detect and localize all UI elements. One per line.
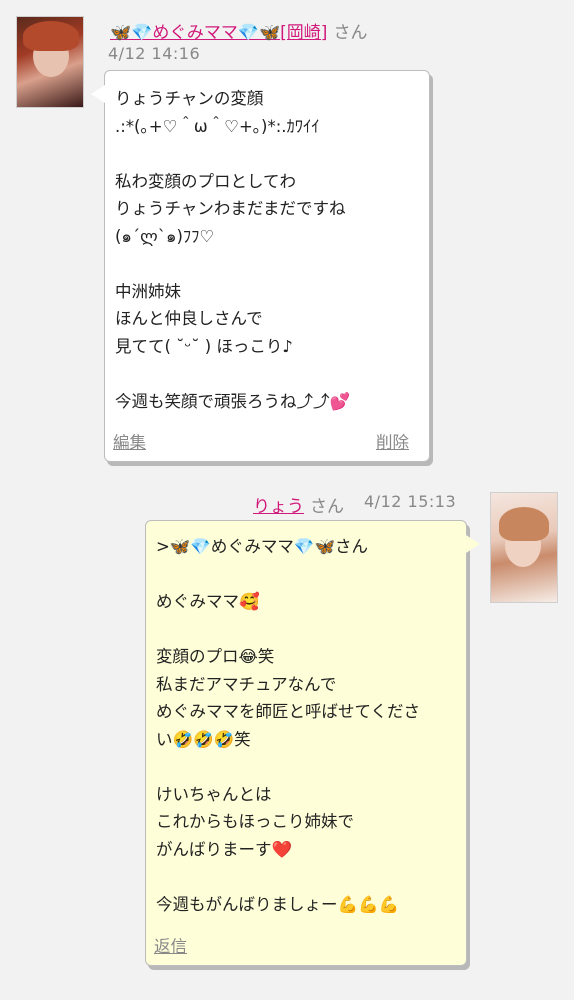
reply-link[interactable]: 返信: [154, 933, 187, 957]
post1-sender-link[interactable]: 🦋💎めぐみママ💎🦋[岡崎]: [110, 23, 327, 43]
post1-date: 4/12 14:16: [108, 44, 201, 63]
avatar-megumi[interactable]: [16, 16, 84, 108]
post2-message: >🦋💎めぐみママ💎🦋さん めぐみママ🥰 変顔のプロ😂笑 私まだアマチュアなんで …: [156, 537, 420, 914]
post2-suffix: さん: [310, 497, 344, 517]
post1-bubble: りょうチャンの変顔 .:*(｡+♡＾ω＾♡+｡)*:.ｶﾜｲｲ 私わ変顔のプロと…: [91, 70, 430, 462]
post1-message: りょうチャンの変顔 .:*(｡+♡＾ω＾♡+｡)*:.ｶﾜｲｲ 私わ変顔のプロと…: [115, 89, 351, 411]
post2-date: 4/12 15:13: [364, 492, 457, 511]
bubble-tail: [91, 85, 105, 103]
avatar-ryo[interactable]: [490, 492, 558, 603]
bubble-tail: [466, 535, 480, 553]
post2-sender-link[interactable]: りょう: [253, 497, 304, 517]
post2-bubble: >🦋💎めぐみママ💎🦋さん めぐみママ🥰 変顔のプロ😂笑 私まだアマチュアなんで …: [145, 520, 480, 966]
post2-header: りょう さん: [253, 492, 344, 517]
post1-header: 🦋💎めぐみママ💎🦋[岡崎] さん: [110, 18, 367, 43]
edit-link[interactable]: 編集: [113, 429, 146, 453]
post1-suffix: さん: [333, 23, 368, 43]
delete-link[interactable]: 削除: [376, 429, 409, 453]
